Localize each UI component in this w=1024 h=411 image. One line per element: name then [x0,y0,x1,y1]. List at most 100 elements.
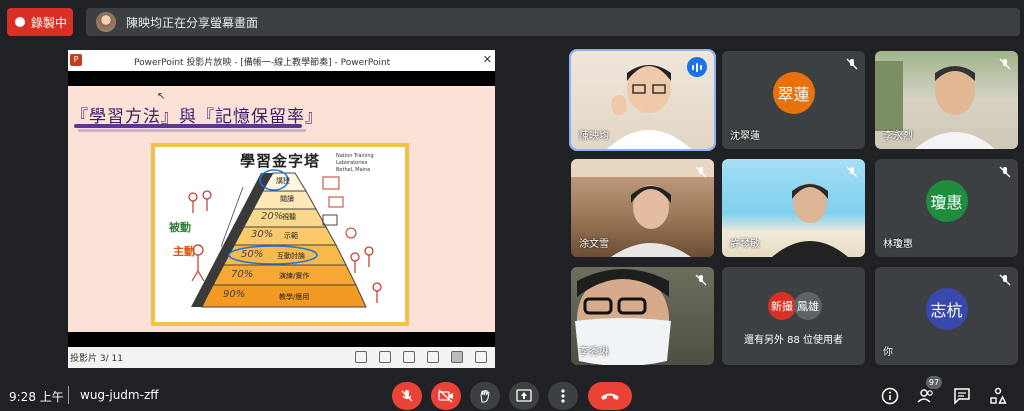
speaking-indicator-icon [687,57,707,77]
bottom-divider [68,386,69,404]
mic-off-icon [999,274,1011,286]
participant-name: 涂文雪 [579,239,609,250]
mic-off-icon [846,58,858,70]
mic-off-icon [695,166,707,178]
participant-avatar: 鳳雄 [794,292,822,320]
more-vert-icon [561,389,565,403]
normal-view-icon [403,351,415,363]
participant-tile-self[interactable]: 志杭 你 [875,267,1018,365]
mic-off-icon [401,390,413,402]
pyramid-source-line: Nation Training Laboratories [336,153,374,166]
info-icon [881,387,899,405]
mouse-cursor-icon: ↖ [157,91,166,102]
pyramid-source: Nation Training Laboratories Bethel, Mai… [336,153,406,174]
mic-off-icon [999,166,1011,178]
more-participants-avatars: 新撮 鳳雄 [768,292,828,322]
participant-avatar: 志杭 [925,288,968,331]
leave-call-button[interactable] [588,382,632,410]
activities-button[interactable] [988,386,1008,406]
retention-percent: 50% [241,249,264,260]
retention-percent: 30% [251,229,274,240]
people-button[interactable] [916,386,936,406]
learning-pyramid-card: 學習金字塔 Nation Training Laboratories Bethe… [151,143,409,326]
toggle-camera-button[interactable] [431,382,461,410]
heading-underline [74,124,302,128]
recording-badge[interactable]: 錄製中 [7,8,73,36]
participant-avatar: 新撮 [768,292,796,320]
letterbox-top [68,71,495,86]
participant-tile[interactable]: 翠蓮 沈翠蓮 [722,51,865,149]
more-options-button[interactable] [548,382,578,410]
present-now-button[interactable] [509,382,539,410]
level-label: 示範 [284,232,298,240]
presenter-avatar [96,12,116,32]
retention-percent: 90% [223,289,246,300]
participant-tile[interactable]: 許琴敏 [722,159,865,257]
chat-icon [954,388,970,405]
participant-name: 沈翠蓮 [730,131,760,142]
heading-underline-shadow [78,129,306,132]
mic-off-icon [999,58,1011,70]
recording-label: 錄製中 [31,15,68,30]
shared-presentation: P PowerPoint 投影片放映 - [備帳一-線上教學節奏] - Powe… [68,50,495,368]
next-slide-icon [379,351,391,363]
participant-tile[interactable]: 李秀琳 [571,267,714,365]
ppt-titlebar: P PowerPoint 投影片放映 - [備帳一-線上教學節奏] - Powe… [68,50,495,71]
activities-icon [990,387,1007,404]
participant-name: 李秀琳 [579,347,609,358]
level-label: 教學/應用 [279,293,310,301]
participant-name: 李永烈 [883,131,913,142]
participant-name: 陳映均 [579,131,609,142]
level-label: 閱讀 [280,195,294,203]
pyramid-source-line: Bethel, Maine [336,167,371,173]
record-dot-icon [15,17,25,27]
participant-name: 你 [883,347,893,358]
hand-icon [480,389,490,403]
camera-off-icon [438,389,453,403]
meeting-clock: 9:28 上午 [9,390,64,404]
participant-tile[interactable]: 涂文雪 [571,159,714,257]
people-icon [917,389,933,403]
ppt-statusbar: 投影片 3/ 11 [68,347,495,368]
pyramid-title: 學習金字塔 [240,152,321,170]
participant-tile[interactable]: 瓊惠 林瓊惠 [875,159,1018,257]
mic-off-icon [695,274,707,286]
toggle-mic-button[interactable] [392,382,422,410]
level-label: 演練/實作 [279,272,310,280]
retention-percent: 70% [231,269,254,280]
passive-label: 被動 [169,221,191,234]
participant-tile[interactable]: 陳映均 [569,49,716,151]
chat-button[interactable] [952,386,972,406]
participant-avatar: 瓊惠 [925,180,968,223]
meeting-code: wug-judm-zff [80,388,159,402]
reading-view-icon [451,351,463,363]
people-count-badge: 97 [926,376,942,389]
screen-share-banner: 陳映均正在分享螢幕畫面 [86,8,1020,36]
participant-avatar: 翠蓮 [772,72,815,115]
meeting-details-button[interactable] [880,386,900,406]
prev-slide-icon [355,351,367,363]
active-label: 主動 [173,245,195,258]
slide: ↖ 『學習方法』與『記憶保留率』 學習金字塔 Nation Training L… [68,86,495,332]
present-screen-icon [516,389,532,402]
close-icon: ✕ [482,53,492,66]
slideshow-icon [475,351,487,363]
raise-hand-button[interactable] [470,382,500,410]
slide-counter: 投影片 3/ 11 [70,354,123,364]
level-label: 視聽 [282,213,296,221]
participant-name: 許琴敏 [730,239,760,250]
more-participants-label: 還有另外 88 位使用者 [743,335,844,346]
share-banner-text: 陳映均正在分享螢幕畫面 [126,15,259,30]
level-label: 互動討論 [277,252,305,260]
ppt-window-title: PowerPoint 投影片放映 - [備帳一-線上教學節奏] - PowerP… [134,58,391,68]
slide-sorter-icon [427,351,439,363]
level-label: 講授 [276,177,290,185]
hang-up-icon [601,393,619,400]
more-participants-tile[interactable]: 新撮 鳳雄 還有另外 88 位使用者 [722,267,865,365]
participant-tile[interactable]: 李永烈 [875,51,1018,149]
retention-percent: 20% [261,211,284,222]
ppt-view-controls [355,351,487,363]
letterbox-bottom [68,332,495,347]
participant-name: 林瓊惠 [883,239,913,250]
powerpoint-logo-icon: P [70,54,82,66]
